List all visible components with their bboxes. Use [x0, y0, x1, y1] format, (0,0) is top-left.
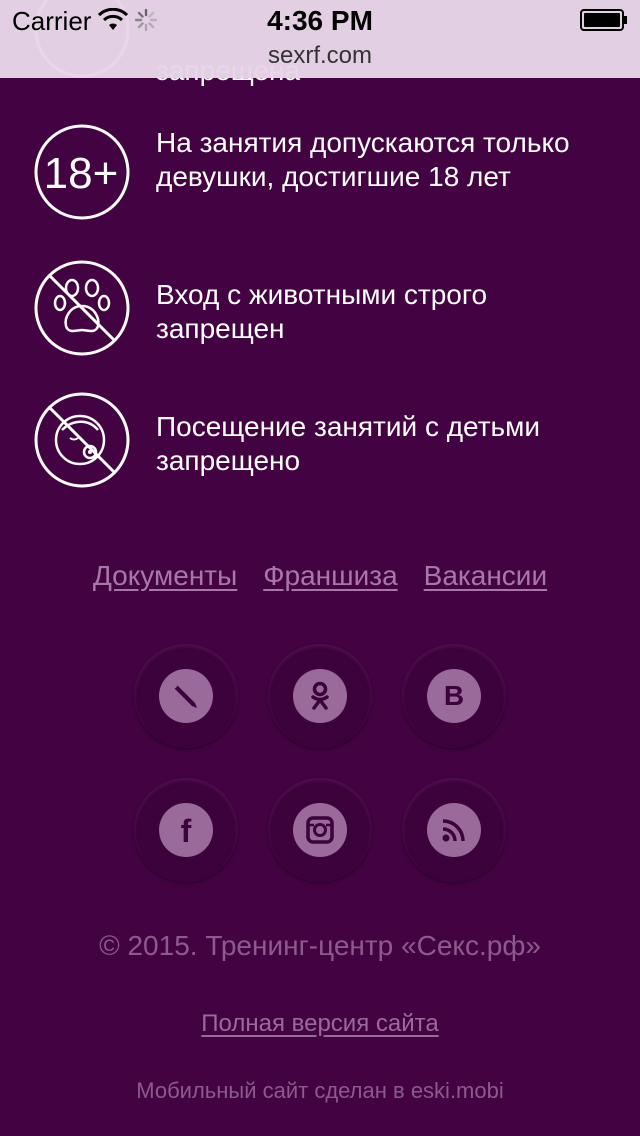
rule-item-no-children: Посещение занятий с детьми запрещено [0, 390, 640, 490]
facebook-button[interactable]: f [134, 778, 238, 882]
copyright-text: © 2015. Тренинг-центр «Секс.рф» [99, 930, 541, 961]
rule-text: Вход с животными строго запрещен [156, 279, 488, 344]
documents-link[interactable]: Документы [93, 560, 237, 600]
vacancies-link[interactable]: Вакансии [424, 560, 547, 600]
vkontakte-icon: B [444, 680, 464, 711]
full-version-link[interactable]: Полная версия сайта [201, 1010, 438, 1037]
livejournal-icon [173, 684, 197, 708]
social-row-1: B [0, 644, 640, 748]
made-by-text: Мобильный сайт сделан в eski.mobi [136, 1078, 504, 1103]
svg-text:18+: 18+ [44, 149, 119, 198]
full-version-container: Полная версия сайта [0, 1010, 640, 1038]
instagram-button[interactable] [268, 778, 372, 882]
page: запрещена Carrier 4:36 PM [0, 0, 640, 1136]
rule-item-18plus: 18+ На занятия допускаются только девушк… [0, 122, 640, 222]
footer-links: Документы Франшиза Вакансии [0, 560, 640, 600]
franchise-link[interactable]: Франшиза [263, 560, 397, 600]
rule-text: На занятия допускаются только девушки, д… [156, 127, 570, 192]
url-bar[interactable]: sexrf.com [0, 42, 640, 70]
battery-icon [580, 9, 627, 31]
clock: 4:36 PM [267, 5, 373, 36]
18-plus-icon: 18+ [34, 124, 130, 220]
instagram-icon [306, 816, 334, 844]
no-children-icon [34, 392, 130, 488]
vkontakte-button[interactable]: B [402, 644, 506, 748]
livejournal-button[interactable] [134, 644, 238, 748]
social-row-2: f [0, 778, 640, 882]
status-bar: Carrier 4:36 PM sexrf.com [0, 0, 640, 78]
svg-text:B: B [444, 680, 464, 711]
odnoklassniki-icon [311, 681, 329, 710]
facebook-icon: f [181, 813, 192, 847]
svg-text:f: f [181, 813, 192, 847]
rule-item-no-animals: Вход с животными строго запрещен [0, 258, 640, 358]
rule-text: Посещение занятий с детьми запрещено [156, 411, 541, 476]
rss-icon [442, 819, 465, 842]
no-animals-icon [34, 260, 130, 356]
rss-button[interactable] [402, 778, 506, 882]
odnoklassniki-button[interactable] [268, 644, 372, 748]
